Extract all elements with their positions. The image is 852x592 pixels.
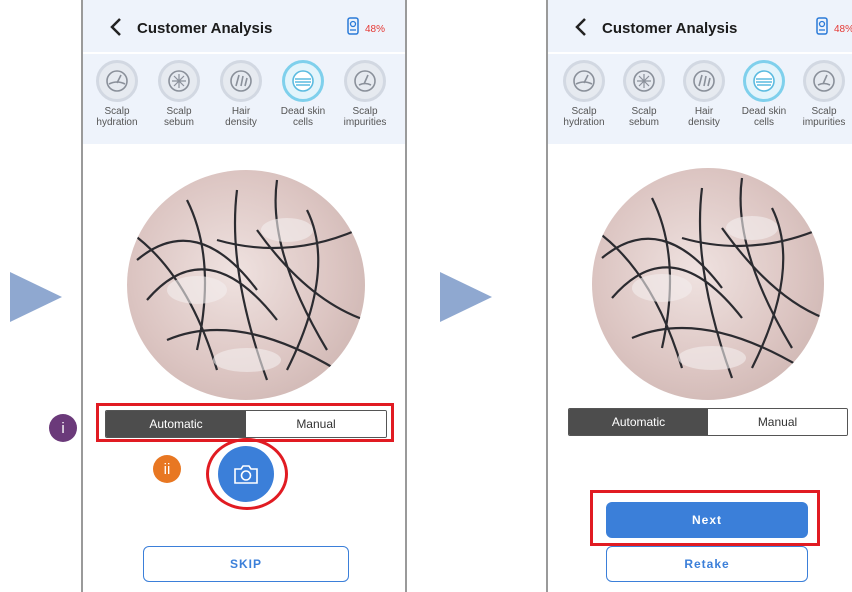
hair-density-icon xyxy=(220,60,262,102)
mode-manual-option[interactable]: Manual xyxy=(708,409,847,435)
skip-button[interactable]: SKIP xyxy=(143,546,349,582)
device-icon xyxy=(347,17,359,35)
phone-screen-result: Customer Analysis 48% Scalp hydration Sc… xyxy=(546,0,852,592)
metric-label: Hair density xyxy=(225,106,257,128)
metric-label: Scalp sebum xyxy=(163,106,194,128)
device-icon xyxy=(816,17,828,35)
metric-label: Hair density xyxy=(688,106,720,128)
dead-skin-cells-icon xyxy=(743,60,785,102)
tab-dead-skin-cells[interactable]: Dead skin cells xyxy=(736,60,792,128)
scalp-photo xyxy=(127,170,365,400)
phone-screen-capture: Customer Analysis 48% Scalp hydration Sc… xyxy=(81,0,407,592)
metric-tabs: Scalp hydration Scalp sebum Hair density… xyxy=(83,54,405,144)
tab-scalp-sebum[interactable]: Scalp sebum xyxy=(151,60,207,128)
mode-automatic-option[interactable]: Automatic xyxy=(569,409,708,435)
app-header: Customer Analysis 48% xyxy=(83,0,405,52)
scalp-photo xyxy=(592,168,824,400)
tab-dead-skin-cells[interactable]: Dead skin cells xyxy=(275,60,331,128)
tab-scalp-impurities[interactable]: Scalp impurities xyxy=(337,60,393,128)
impurities-icon xyxy=(803,60,845,102)
highlight-next-button xyxy=(590,490,820,546)
tab-hair-density[interactable]: Hair density xyxy=(213,60,269,128)
metric-label: Scalp hydration xyxy=(96,106,138,128)
hydration-icon xyxy=(563,60,605,102)
page-title: Customer Analysis xyxy=(602,20,738,37)
page-title: Customer Analysis xyxy=(137,20,273,37)
retake-button[interactable]: Retake xyxy=(606,546,808,582)
tab-scalp-impurities[interactable]: Scalp impurities xyxy=(796,60,852,128)
metric-label: Scalp impurities xyxy=(343,106,387,128)
tab-scalp-hydration[interactable]: Scalp hydration xyxy=(556,60,612,128)
metric-tabs: Scalp hydration Scalp sebum Hair density… xyxy=(548,54,852,144)
metric-label: Scalp sebum xyxy=(628,106,659,128)
camera-icon xyxy=(234,465,258,484)
dead-skin-cells-icon xyxy=(282,60,324,102)
annotation-marker-ii: ii xyxy=(153,455,181,483)
sebum-icon xyxy=(158,60,200,102)
battery-level: 48% xyxy=(365,24,386,35)
back-arrow-icon[interactable] xyxy=(574,17,588,37)
battery-level: 48% xyxy=(834,24,852,35)
hair-strands xyxy=(127,179,365,381)
metric-label: Dead skin cells xyxy=(280,106,326,128)
metric-label: Dead skin cells xyxy=(741,106,787,128)
flow-arrow-icon xyxy=(440,272,492,322)
back-arrow-icon[interactable] xyxy=(109,17,123,37)
highlight-mode-toggle xyxy=(96,403,394,442)
impurities-icon xyxy=(344,60,386,102)
flow-arrow-icon xyxy=(10,272,62,322)
hydration-icon xyxy=(96,60,138,102)
hair-density-icon xyxy=(683,60,725,102)
annotation-marker-i: i xyxy=(49,414,77,442)
app-header: Customer Analysis 48% xyxy=(548,0,852,52)
capture-button[interactable] xyxy=(218,446,274,502)
hair-strands xyxy=(592,177,824,379)
metric-label: Scalp hydration xyxy=(563,106,605,128)
tab-scalp-sebum[interactable]: Scalp sebum xyxy=(616,60,672,128)
tab-scalp-hydration[interactable]: Scalp hydration xyxy=(89,60,145,128)
sebum-icon xyxy=(623,60,665,102)
tab-hair-density[interactable]: Hair density xyxy=(676,60,732,128)
capture-mode-toggle: Automatic Manual xyxy=(568,408,848,436)
metric-label: Scalp impurities xyxy=(802,106,846,128)
